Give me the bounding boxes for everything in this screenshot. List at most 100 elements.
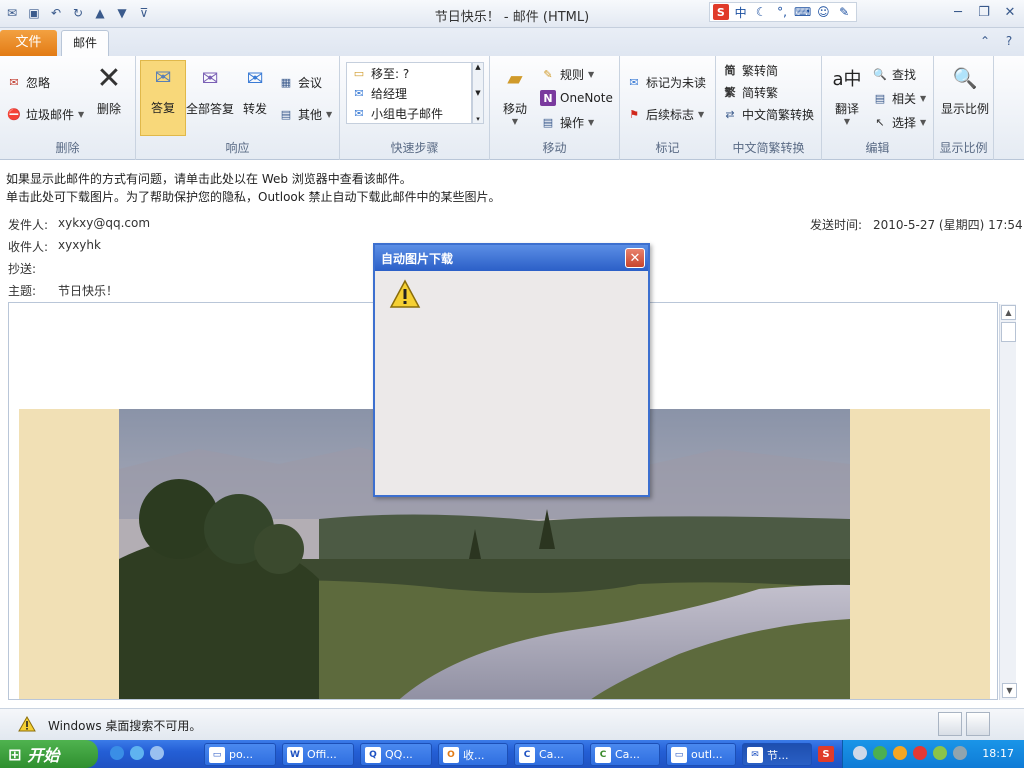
reply-button[interactable]: ✉ 答复 bbox=[140, 60, 186, 136]
volume-icon[interactable] bbox=[953, 746, 967, 760]
quickstep-move-to[interactable]: ▭ 移至: ? bbox=[351, 63, 409, 83]
antivirus-icon[interactable] bbox=[913, 746, 927, 760]
zoom-button[interactable]: 🔍 显示比例 bbox=[940, 62, 990, 117]
dialog-close-icon[interactable]: ✕ bbox=[625, 248, 645, 268]
sogou-icon[interactable]: S bbox=[713, 4, 729, 20]
tab-file[interactable]: 文件 bbox=[0, 30, 57, 56]
ime-skin-icon[interactable]: ☺ bbox=[815, 5, 833, 19]
delete-button[interactable]: ✕ 删除 bbox=[86, 60, 132, 117]
word-icon: W bbox=[287, 746, 303, 763]
ime-tools-icon[interactable]: ✎ bbox=[835, 5, 853, 19]
actions-button[interactable]: ▤ 操作 ▼ bbox=[540, 112, 594, 132]
chevron-down-icon: ▼ bbox=[698, 109, 705, 119]
group-delete: ✉ 忽略 ⛔ 垃圾邮件 ▼ ✕ 删除 删除 bbox=[0, 56, 136, 160]
message-scrollbar[interactable]: ▲ ▼ bbox=[999, 304, 1017, 700]
scroll-up-icon[interactable]: ▲ bbox=[475, 63, 480, 71]
taskbar-item[interactable]: ▭ po... bbox=[204, 743, 276, 766]
avatar[interactable] bbox=[966, 712, 990, 736]
taskbar-item[interactable]: C Ca... bbox=[590, 743, 660, 766]
more-respond-button[interactable]: ▤ 其他 ▼ bbox=[278, 104, 332, 124]
group-label-quicksteps: 快速步骤 bbox=[390, 141, 439, 155]
quickstep-team-email[interactable]: ✉ 小组电子邮件 bbox=[351, 103, 443, 123]
restore-icon[interactable]: ❐ bbox=[972, 2, 996, 22]
move-button[interactable]: ▰ 移动 ▼ bbox=[492, 62, 538, 126]
find-button[interactable]: 🔍 查找 bbox=[872, 64, 916, 84]
scroll-up-button[interactable]: ▲ bbox=[1001, 305, 1016, 320]
ime-punct-icon[interactable]: °, bbox=[773, 5, 791, 19]
view-in-browser-link[interactable]: 如果显示此邮件的方式有问题，请单击此处以在 Web 浏览器中查看该邮件。 bbox=[6, 170, 1024, 188]
background-left bbox=[19, 409, 119, 699]
group-move: ▰ 移动 ▼ ✎ 规则 ▼ N OneNote ▤ 操作 ▼ 移动 bbox=[490, 56, 620, 160]
ime-mode-icon[interactable]: 中 bbox=[732, 4, 750, 21]
clock[interactable]: 18:17 bbox=[982, 747, 1014, 760]
onenote-button[interactable]: N OneNote bbox=[540, 88, 613, 108]
related-button[interactable]: ▤ 相关 ▼ bbox=[872, 88, 926, 108]
quicksteps-scroll[interactable]: ▲ ▼ ▾ bbox=[472, 62, 484, 124]
ime-keyboard-icon[interactable]: ⌨ bbox=[794, 5, 812, 19]
desktop-icon[interactable] bbox=[150, 746, 164, 760]
taskbar-item[interactable]: ▭ outl... bbox=[666, 743, 736, 766]
tray-app-icon[interactable] bbox=[933, 746, 947, 760]
outlook-tray-icon[interactable] bbox=[893, 746, 907, 760]
scroll-down-button[interactable]: ▼ bbox=[1002, 683, 1017, 698]
delete-icon: ✕ bbox=[96, 60, 122, 96]
unread-mail-icon: ✉ bbox=[629, 75, 639, 89]
reply-all-button[interactable]: ✉ 全部答复 bbox=[184, 62, 236, 117]
outlook-icon: O bbox=[443, 746, 459, 763]
trad-to-simp-button[interactable]: 简 繁转简 bbox=[722, 60, 779, 80]
ime-toolbar[interactable]: S 中 ☾ °, ⌨ ☺ ✎ bbox=[709, 2, 857, 22]
group-label-delete: 删除 bbox=[55, 141, 80, 155]
taskbar-item[interactable]: W Offi... bbox=[282, 743, 354, 766]
simp-to-trad-button[interactable]: 繁 简转繁 bbox=[722, 82, 779, 102]
ie-icon[interactable] bbox=[110, 746, 124, 760]
rules-button[interactable]: ✎ 规则 ▼ bbox=[540, 64, 594, 84]
convert-icon: ⇄ bbox=[725, 107, 735, 121]
ime-moon-icon[interactable]: ☾ bbox=[752, 5, 770, 19]
onenote-icon: N bbox=[540, 90, 556, 106]
auto-picture-download-dialog: 自动图片下载 ✕ bbox=[373, 243, 650, 497]
help-icon[interactable]: ? bbox=[1000, 32, 1018, 50]
followup-button[interactable]: ⚑ 后续标志 ▼ bbox=[626, 104, 704, 124]
quicksteps-gallery[interactable]: ▭ 移至: ? ✉ 给经理 ✉ 小组电子邮件 bbox=[346, 62, 472, 124]
scroll-down-icon[interactable]: ▼ bbox=[475, 89, 480, 97]
ribbon-tab-bar: 文件 邮件 ⌃ ? bbox=[0, 28, 1024, 56]
meeting-button[interactable]: ▦ 会议 bbox=[278, 72, 322, 92]
taskbar-item[interactable]: C Ca... bbox=[514, 743, 584, 766]
taskbar-item[interactable]: Q QQ... bbox=[360, 743, 432, 766]
chinese-convert-button[interactable]: ⇄ 中文简繁转换 bbox=[722, 104, 814, 124]
taskbar-item[interactable]: O 收... bbox=[438, 743, 508, 766]
minimize-icon[interactable]: ─ bbox=[946, 2, 970, 22]
group-respond: ✉ 答复 ✉ 全部答复 ✉ 转发 ▦ 会议 ▤ 其他 ▼ 响应 bbox=[136, 56, 340, 160]
qq-icon: Q bbox=[365, 746, 381, 763]
sogou-tray-icon[interactable]: S bbox=[818, 746, 834, 762]
scroll-thumb[interactable] bbox=[1001, 322, 1016, 342]
quickstep-to-manager[interactable]: ✉ 给经理 bbox=[351, 83, 407, 103]
avatar[interactable] bbox=[938, 712, 962, 736]
ribbon-right-controls: ⌃ ? bbox=[976, 32, 1018, 50]
network-icon[interactable] bbox=[873, 746, 887, 760]
expand-gallery-icon[interactable]: ▾ bbox=[476, 115, 480, 123]
tray-expand-icon[interactable] bbox=[853, 746, 867, 760]
taskbar-item[interactable]: ✉ 节... bbox=[742, 743, 812, 766]
minimize-ribbon-icon[interactable]: ⌃ bbox=[976, 32, 994, 50]
close-icon[interactable]: ✕ bbox=[998, 2, 1022, 22]
camtasia-icon: C bbox=[519, 746, 535, 763]
folder-icon: ▭ bbox=[353, 66, 365, 80]
status-text: Windows 桌面搜索不可用。 bbox=[48, 719, 202, 733]
translate-icon: a中 bbox=[832, 69, 862, 90]
start-button[interactable]: ⊞ 开始 bbox=[0, 740, 98, 768]
translate-button[interactable]: a中 翻译 ▼ bbox=[824, 62, 870, 126]
to-value[interactable]: xyxyhk bbox=[58, 238, 101, 252]
cc-label: 抄送: bbox=[8, 262, 37, 276]
mail-icon: ✉ bbox=[747, 746, 763, 763]
download-pictures-link[interactable]: 单击此处可下载图片。为了帮助保护您的隐私，Outlook 禁止自动下载此邮件中的… bbox=[6, 188, 1024, 206]
from-value[interactable]: xykxy@qq.com bbox=[58, 216, 150, 230]
forward-button[interactable]: ✉ 转发 bbox=[232, 62, 278, 117]
tab-mail[interactable]: 邮件 bbox=[61, 30, 109, 56]
title-bar: ✉ ▣ ↶ ↻ ▲ ▼ ⊽ 节日快乐！ - 邮件 (HTML) S 中 ☾ °,… bbox=[0, 0, 1024, 28]
media-icon[interactable] bbox=[130, 746, 144, 760]
mark-unread-button[interactable]: ✉ 标记为未读 bbox=[626, 72, 706, 92]
junk-button[interactable]: ⛔ 垃圾邮件 ▼ bbox=[6, 104, 84, 124]
select-button[interactable]: ↖ 选择 ▼ bbox=[872, 112, 926, 132]
ignore-button[interactable]: ✉ 忽略 bbox=[6, 72, 50, 92]
